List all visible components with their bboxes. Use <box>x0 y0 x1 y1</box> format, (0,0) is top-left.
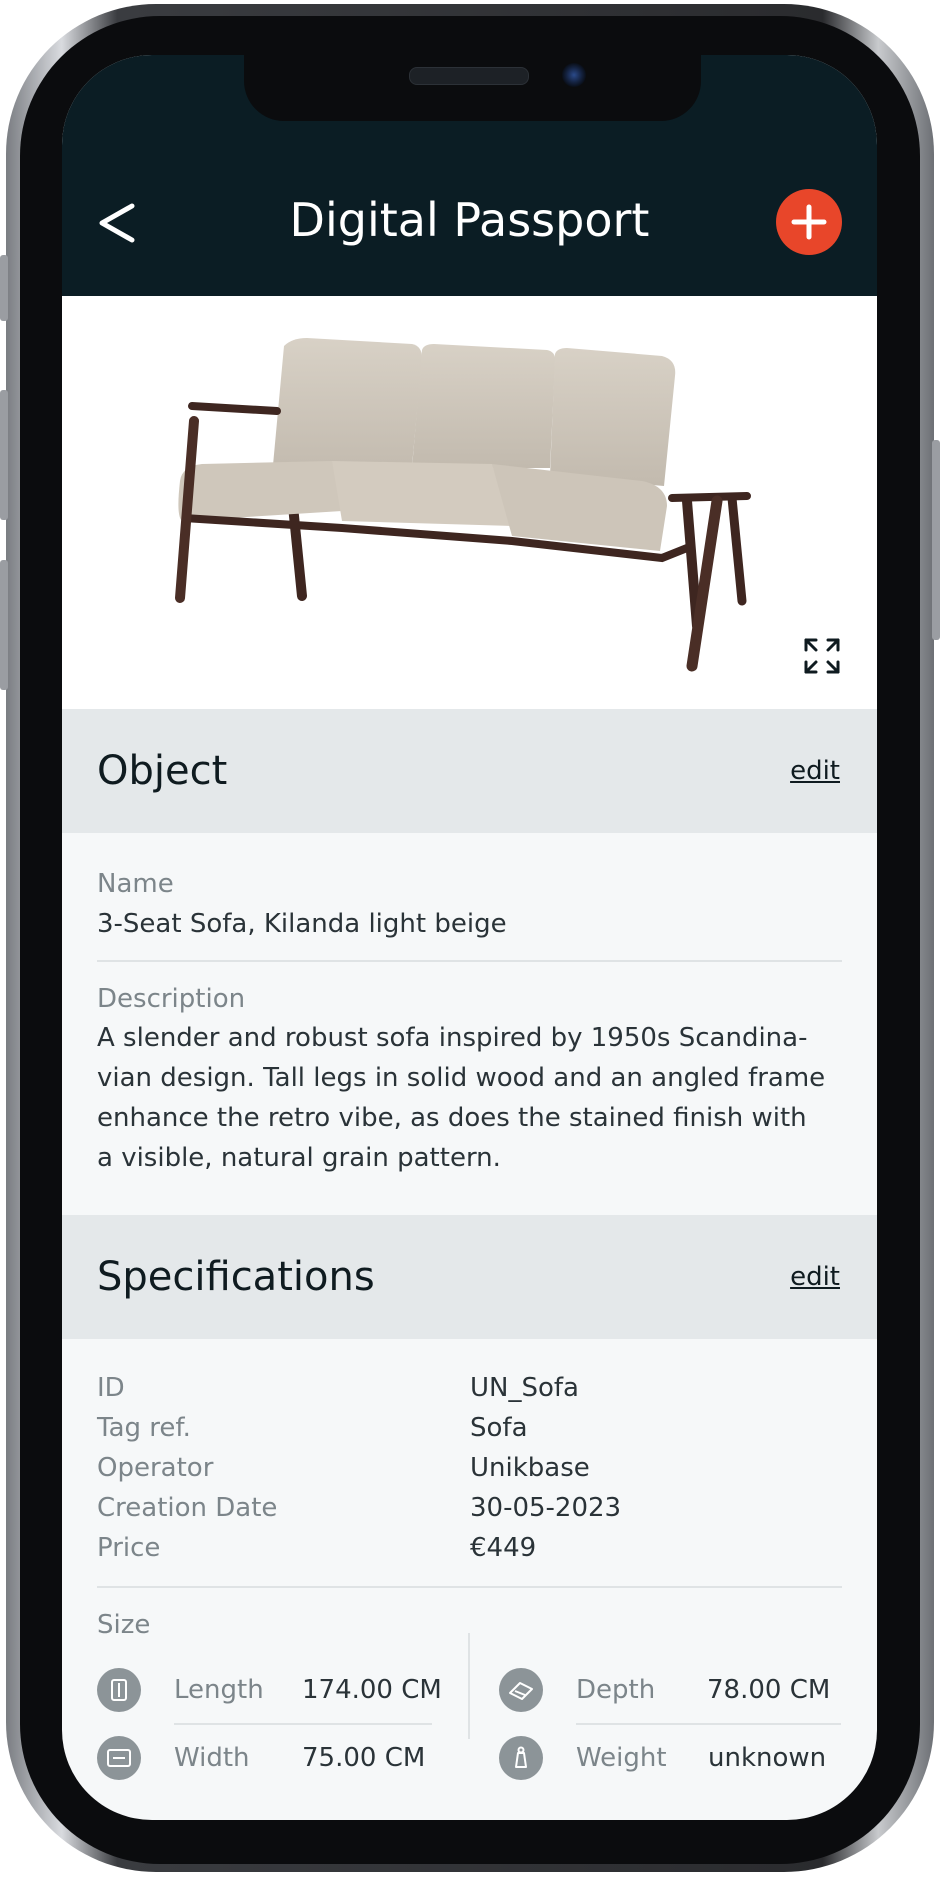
description-line: a visible, natural grain pattern. <box>97 1143 501 1173</box>
size-length-value: 174.00 CM <box>302 1675 442 1705</box>
divider <box>174 1723 432 1725</box>
speaker <box>409 67 529 85</box>
description-label: Description <box>97 984 246 1014</box>
specifications-section-header: Specifications edit <box>62 1215 877 1339</box>
size-label: Size <box>97 1610 151 1640</box>
power-button <box>932 440 940 640</box>
chevron-left-icon <box>99 203 135 243</box>
width-icon <box>97 1736 141 1780</box>
spec-value-operator: Unikbase <box>470 1453 590 1483</box>
divider <box>576 1723 841 1725</box>
add-button[interactable] <box>776 189 842 255</box>
mute-switch <box>0 255 8 321</box>
weight-icon <box>499 1736 543 1780</box>
screen: Digital Passport Object edit Name 3-Seat… <box>62 55 877 1820</box>
description-text: A slender and robust sofa inspired by 19… <box>97 1018 847 1178</box>
notch <box>244 55 701 121</box>
divider <box>97 960 842 962</box>
object-edit-link[interactable]: edit <box>790 753 840 789</box>
expand-button[interactable] <box>797 631 847 681</box>
divider <box>97 1586 842 1588</box>
page-title: Digital Passport <box>289 193 650 247</box>
expand-icon <box>804 638 840 674</box>
spec-value-price: €449 <box>470 1533 537 1563</box>
size-width-label: Width <box>174 1743 250 1773</box>
plus-icon <box>791 204 827 240</box>
depth-icon <box>499 1668 543 1712</box>
description-line: A slender and robust sofa inspired by 19… <box>97 1023 808 1053</box>
name-label: Name <box>97 869 174 899</box>
object-section-header: Object edit <box>62 709 877 833</box>
front-camera <box>562 63 586 87</box>
spec-label-operator: Operator <box>97 1453 214 1483</box>
length-icon <box>97 1668 141 1712</box>
spec-label-price: Price <box>97 1533 161 1563</box>
product-image-area <box>62 296 877 709</box>
size-depth-label: Depth <box>576 1675 656 1705</box>
spec-label-tag-ref: Tag ref. <box>97 1413 191 1443</box>
size-length-label: Length <box>174 1675 264 1705</box>
spec-value-tag-ref: Sofa <box>470 1413 528 1443</box>
size-depth-value: 78.00 CM <box>707 1675 831 1705</box>
spec-value-id: UN_Sofa <box>470 1373 579 1403</box>
size-width-value: 75.00 CM <box>302 1743 426 1773</box>
sofa-image <box>175 338 751 672</box>
spec-label-id: ID <box>97 1373 125 1403</box>
volume-up-button <box>0 390 8 520</box>
object-section-title: Object <box>97 748 228 794</box>
description-line: vian design. Tall legs in solid wood and… <box>97 1063 826 1093</box>
specifications-edit-link[interactable]: edit <box>790 1259 840 1295</box>
volume-down-button <box>0 560 8 690</box>
size-weight-value: unknown <box>708 1743 827 1773</box>
name-value: 3-Seat Sofa, Kilanda light beige <box>97 909 507 939</box>
specifications-section-title: Specifications <box>97 1254 375 1300</box>
size-weight-label: Weight <box>576 1743 667 1773</box>
spec-value-creation-date: 30-05-2023 <box>470 1493 622 1523</box>
back-button[interactable] <box>92 193 142 253</box>
description-line: enhance the retro vibe, as does the stai… <box>97 1103 807 1133</box>
size-column-divider <box>468 1633 470 1739</box>
spec-label-creation-date: Creation Date <box>97 1493 278 1523</box>
